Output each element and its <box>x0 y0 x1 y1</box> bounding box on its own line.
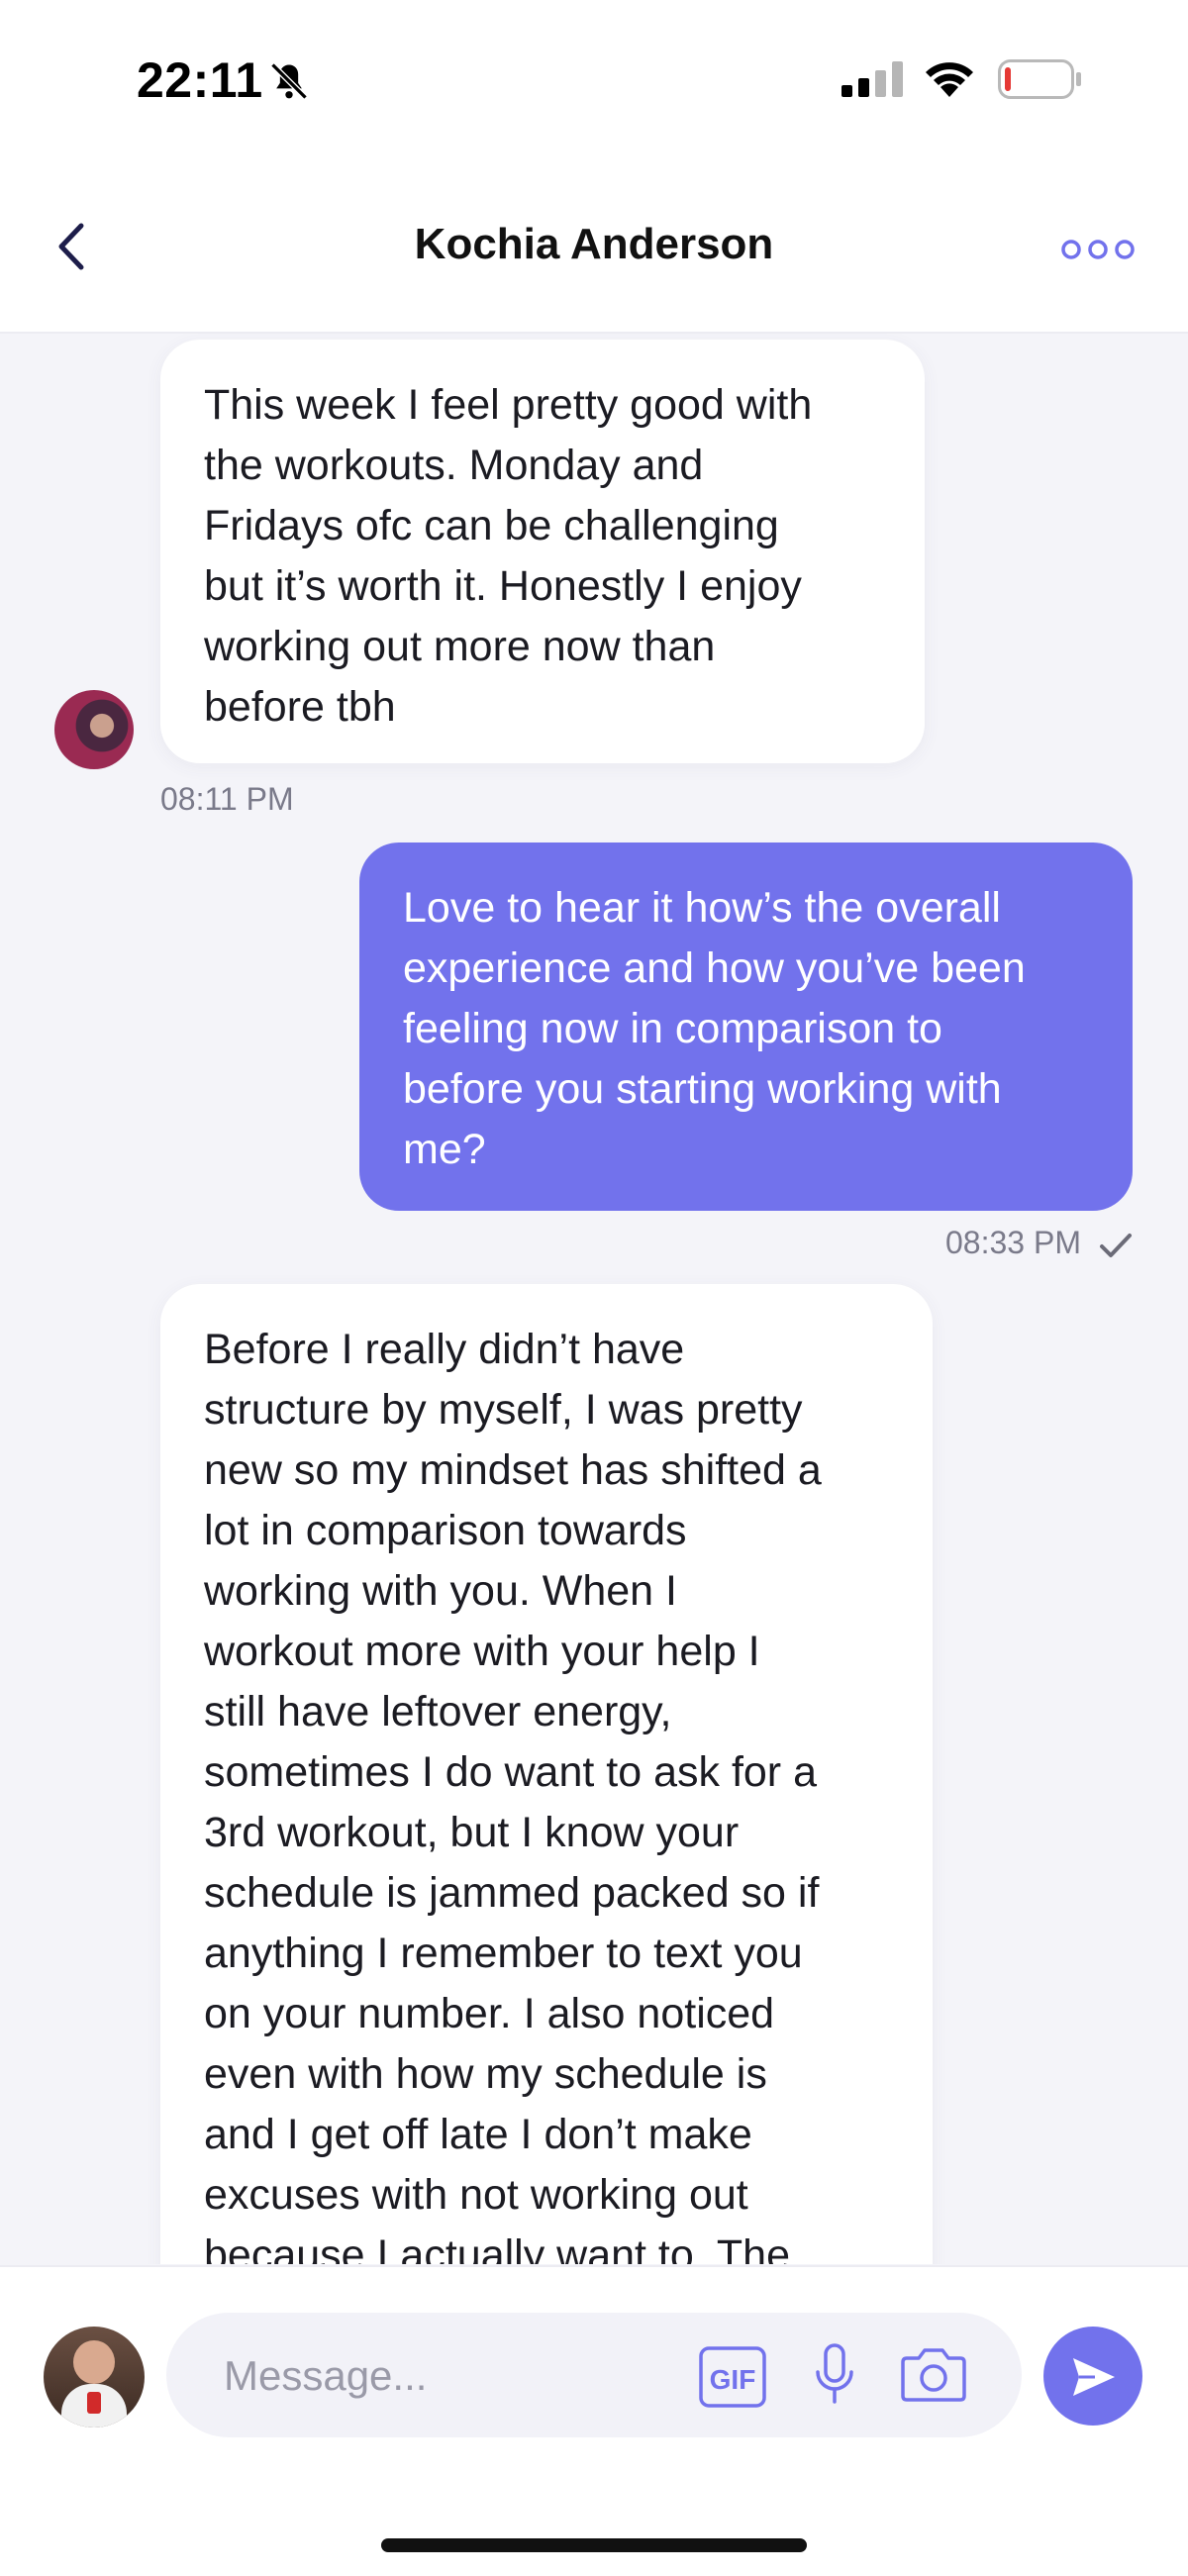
gif-button[interactable]: GIF <box>699 2346 766 2413</box>
message-list[interactable]: This week I feel pretty good with the wo… <box>0 334 1188 2264</box>
home-indicator[interactable] <box>381 2538 807 2552</box>
wifi-icon <box>921 57 978 104</box>
contact-avatar[interactable] <box>54 690 134 769</box>
message-timestamp: 08:11 PM <box>160 781 294 817</box>
status-time: 22:11 <box>137 52 263 108</box>
more-horizontal-icon <box>1061 240 1135 259</box>
microphone-icon <box>816 2343 853 2404</box>
camera-button[interactable] <box>899 2346 968 2409</box>
read-check-icon <box>1099 1231 1133 1265</box>
gif-icon: GIF <box>699 2346 766 2408</box>
incoming-message[interactable]: Before I really didn’t have structure by… <box>160 1284 933 2264</box>
user-avatar[interactable] <box>44 2327 145 2427</box>
send-icon <box>1073 2358 1115 2396</box>
cellular-signal-icon <box>842 61 907 102</box>
more-options-button[interactable] <box>1061 238 1135 266</box>
status-bar: 22:11 <box>0 0 1188 158</box>
microphone-button[interactable] <box>812 2342 857 2413</box>
send-button[interactable] <box>1043 2327 1142 2426</box>
message-timestamp: 08:33 PM <box>945 1225 1081 1260</box>
contact-name: Kochia Anderson <box>414 220 774 268</box>
incoming-message[interactable]: This week I feel pretty good with the wo… <box>160 340 925 763</box>
message-input-container: GIF <box>166 2313 1022 2437</box>
chat-header: Kochia Anderson <box>0 158 1188 334</box>
camera-icon <box>901 2348 966 2402</box>
battery-icon <box>998 59 1083 104</box>
message-input[interactable] <box>222 2342 642 2410</box>
message-composer: GIF <box>0 2265 1188 2576</box>
outgoing-message[interactable]: Love to hear it how’s the overall experi… <box>359 842 1133 1211</box>
bell-off-icon <box>267 59 311 108</box>
svg-text:GIF: GIF <box>710 2364 756 2395</box>
